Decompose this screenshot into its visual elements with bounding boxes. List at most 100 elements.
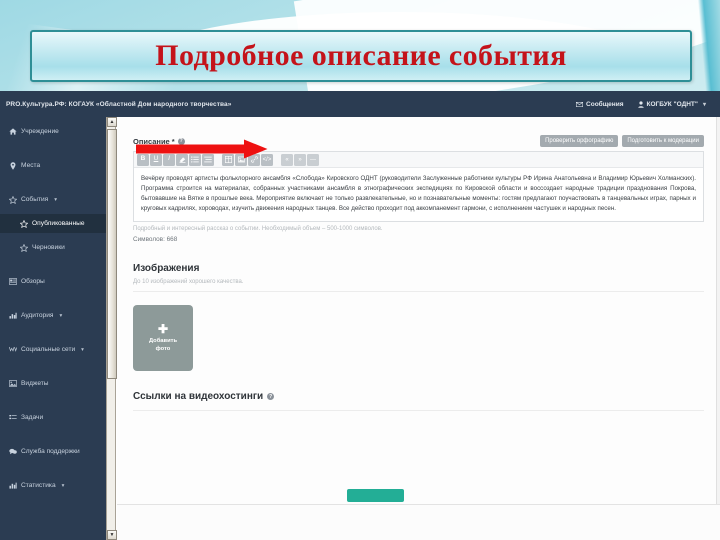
sidebar-gap-5 [0,257,106,272]
sidebar-item-statistika[interactable]: Статистика ▾ [0,476,106,495]
sidebar-item-label: Учреждение [21,128,59,135]
sidebar-item-chernoviki[interactable]: Черновики [0,238,106,257]
video-section-header: Ссылки на видеохостинги ? [133,391,704,402]
chevron-down-icon: ▾ [59,312,63,319]
content-right-edge [716,117,720,540]
quote-right-icon[interactable]: » [294,153,306,166]
sidebar-item-label: Служба поддержки [21,448,80,455]
widget-icon [9,380,17,387]
add-photo-label-line1: Добавить [148,338,178,345]
add-photo-label: Добавить фото [149,338,177,353]
sidebar-gap-10 [0,427,106,442]
chevron-down-icon: ▾ [54,196,57,203]
sidebar-gap-1 [0,141,106,156]
underline-icon[interactable]: U [150,153,162,166]
bold-icon[interactable]: B [137,153,149,166]
description-text[interactable]: Вечёрку проводят артисты фольклорного ан… [134,168,703,221]
images-section-title: Изображения [133,263,200,275]
number-list-icon[interactable] [202,153,214,166]
sidebar-item-uchrezhdenie[interactable]: Учреждение [0,122,106,141]
chevron-down-icon: ▾ [702,101,706,108]
sidebar-item-vidzhety[interactable]: Виджеты [0,374,106,393]
topbar-messages-label: Сообщения [586,100,624,108]
question-icon[interactable]: ? [177,137,185,145]
video-divider [133,410,704,412]
sidebar-item-label: Места [21,162,41,169]
quote-left-icon[interactable]: « [281,153,293,166]
app-topbar: PRO.Культура.РФ: КОГАУК «Областной Дом н… [0,91,720,117]
home-icon [9,128,17,135]
video-section-title: Ссылки на видеохостинги [133,391,264,403]
star-icon [20,243,28,252]
submit-button[interactable] [347,489,404,502]
page-title: Подробное описание события [155,39,567,72]
eraser-icon[interactable] [176,153,188,166]
sidebar-item-label: Статистика [21,482,56,489]
app-screenshot: PRO.Культура.РФ: КОГАУК «Областной Дом н… [0,91,720,540]
prepare-moderation-button[interactable]: Подготовить к модерации [622,135,704,147]
brand-label: PRO.Культура.РФ: КОГАУК «Областной Дом н… [6,100,232,108]
sidebar-item-label: Задачи [21,414,44,421]
editor-toolbar: B U I </> « » — [134,152,703,168]
add-photo-button[interactable]: ✚ Добавить фото [133,305,193,372]
sidebar-item-obzory[interactable]: Обзоры [0,272,106,291]
scroll-down-arrow-icon[interactable]: ▼ [107,530,117,540]
description-editor[interactable]: B U I </> « » — Вечёрку проводят артисты… [133,151,704,223]
images-divider [133,291,704,293]
sidebar-gap-8 [0,359,106,374]
envelope-icon [576,101,584,107]
description-field-header: Описание * ? Проверить орфографию Подгот… [133,135,704,147]
bottom-area [117,505,720,540]
chevron-down-icon: ▾ [81,346,84,353]
sidebar-gap-7 [0,325,106,340]
scrollbar-thumb[interactable] [107,129,117,379]
sidebar-gap-2 [0,175,106,190]
content-inner: Описание * ? Проверить орфографию Подгот… [117,117,720,412]
tasks-icon [9,414,17,421]
bullet-list-icon[interactable] [189,153,201,166]
description-label: Описание [133,136,170,146]
table-icon[interactable] [222,153,234,166]
sidebar-item-sobytiya[interactable]: События ▾ [0,190,106,209]
image-icon[interactable] [235,153,247,166]
scroll-up-arrow-icon[interactable]: ▲ [107,117,117,127]
spellcheck-button[interactable]: Проверить орфографию [540,135,619,147]
images-section-subtitle: До 10 изображений хорошего качества. [133,279,244,286]
sidebar: Учреждение Места События ▾ Опубликованны… [0,117,106,540]
slide-title-banner: Подробное описание события [30,30,692,82]
sidebar-item-socialnye-seti[interactable]: Социальные сети ▾ [0,340,106,359]
plus-icon: ✚ [157,322,169,337]
topbar-account-label: КОГБУК "ОДНТ" [646,100,698,108]
pin-icon [9,161,17,170]
bars-icon [9,482,17,489]
sidebar-gap-9 [0,393,106,408]
sidebar-item-opublikovannye[interactable]: Опубликованные [0,214,106,233]
star-icon [9,195,17,204]
topbar-account-menu[interactable]: КОГБУК "ОДНТ" ▾ [637,100,706,108]
sidebar-item-auditoriya[interactable]: Аудитория ▾ [0,306,106,325]
sidebar-item-label: Обзоры [21,278,45,285]
sidebar-item-label: Социальные сети [21,346,76,353]
user-icon [637,100,644,108]
link-icon[interactable] [248,153,260,166]
star-icon [20,219,28,228]
sidebar-gap-6 [0,291,106,306]
sidebar-item-label: Виджеты [21,380,49,387]
description-helper-text: Подробный и интересный рассказ о событии… [133,226,383,233]
question-icon[interactable]: ? [267,393,275,401]
sidebar-item-label: События [21,196,49,203]
sidebar-item-zadachi[interactable]: Задачи [0,408,106,427]
italic-icon[interactable]: I [163,153,175,166]
sidebar-item-sluzhba-podderzhki[interactable]: Служба поддержки [0,442,106,461]
source-code-icon[interactable]: </> [261,153,273,166]
support-icon [9,448,17,455]
chart-icon [9,312,17,319]
sidebar-item-mesta[interactable]: Места [0,156,106,175]
add-photo-label-line2: фото [155,345,171,352]
topbar-messages-link[interactable]: Сообщения [576,100,624,108]
sidebar-item-label: Аудитория [21,312,54,319]
chevron-down-icon: ▾ [61,482,65,489]
content-pane: Описание * ? Проверить орфографию Подгот… [117,117,720,540]
vertical-scrollbar[interactable]: ▲ ▼ [106,117,117,540]
dash-icon[interactable]: — [307,153,319,166]
